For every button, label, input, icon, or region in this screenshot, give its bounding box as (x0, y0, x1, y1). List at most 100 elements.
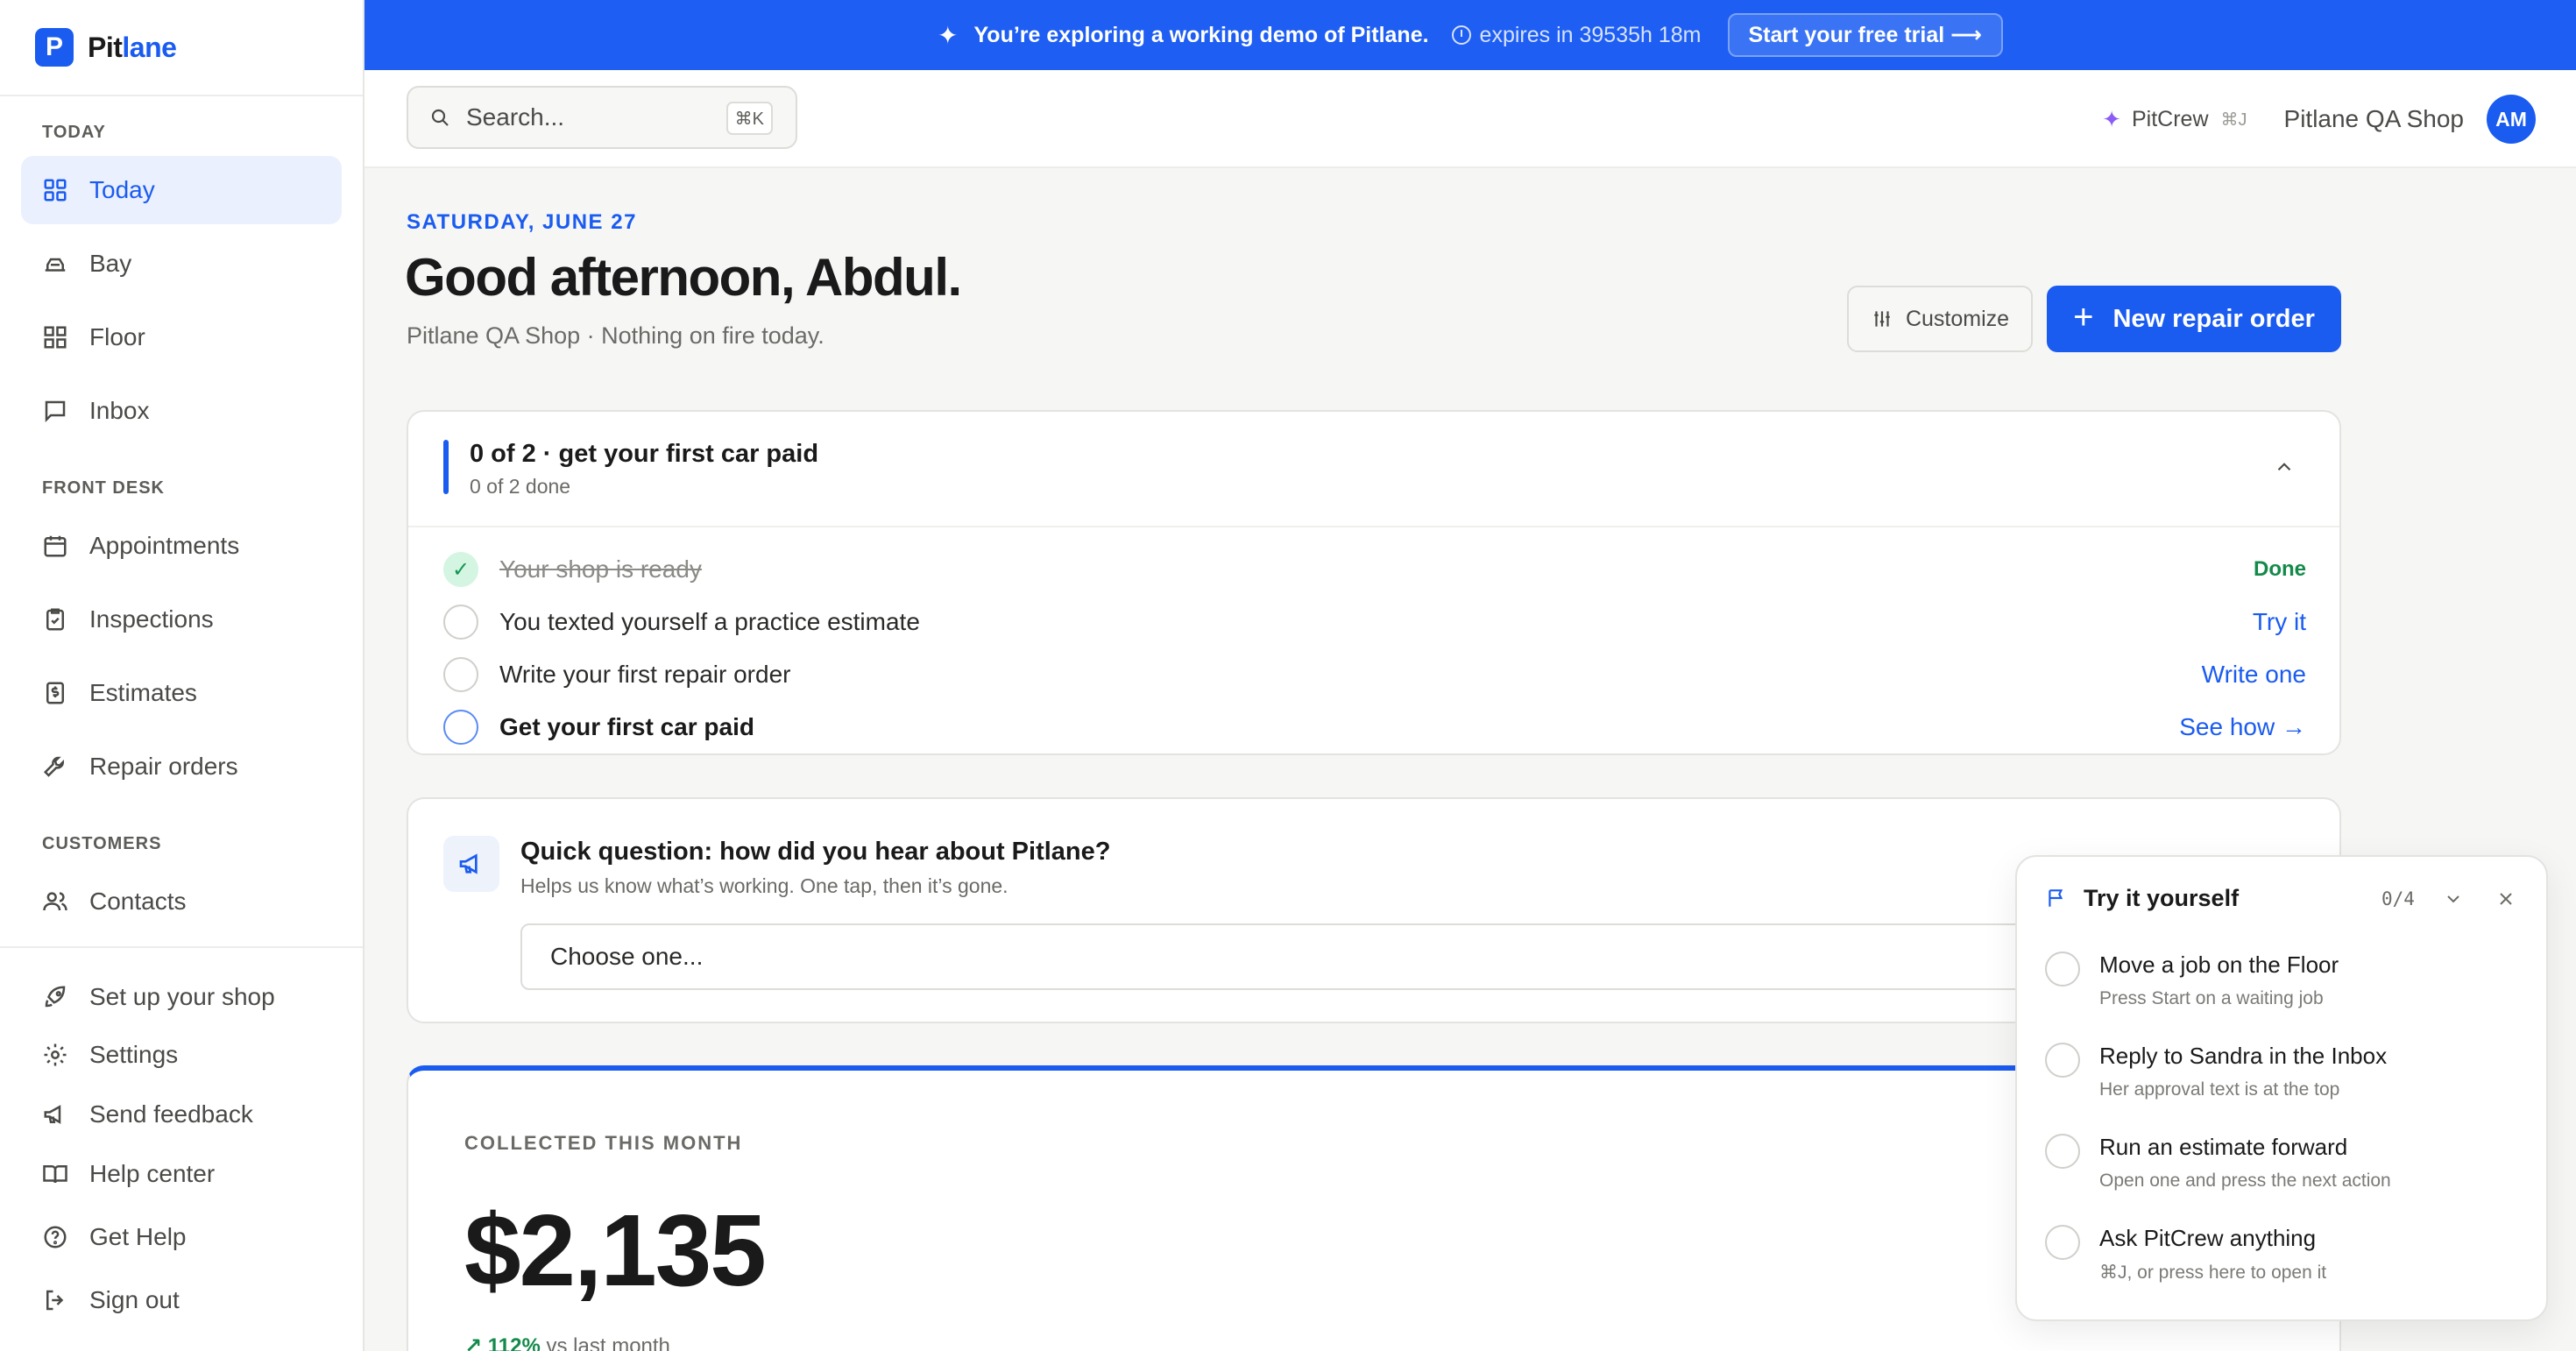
pitcrew-button[interactable]: ✦ PitCrew ⌘J (2102, 106, 2247, 133)
sidebar-item-estimates[interactable]: Estimates (21, 659, 342, 727)
shop-switcher[interactable]: Pitlane QA Shop (2284, 105, 2464, 133)
sidebar-item-inspections[interactable]: Inspections (21, 585, 342, 654)
search-shortcut: ⌘K (725, 102, 773, 135)
start-trial-button[interactable]: Start your free trial ⟶ (1727, 13, 2003, 57)
checklist-row: ✓ Your shop is ready Done (443, 550, 2306, 589)
rocket-icon (42, 984, 68, 1010)
sidebar-item-bay[interactable]: Bay (21, 230, 342, 298)
search-placeholder: Search... (466, 103, 565, 131)
sidebar-item-label: Floor (89, 323, 145, 350)
collected-label: COLLECTED THIS MONTH (464, 1132, 743, 1154)
sidebar-item-send-feedback[interactable]: Send feedback (21, 1083, 342, 1146)
try-item-title: Ask PitCrew anything (2099, 1225, 2317, 1251)
avatar[interactable]: AM (2487, 95, 2536, 144)
sidebar-item-label: Appointments (89, 532, 240, 559)
banner-message: You’re exploring a working demo of Pitla… (973, 22, 1429, 47)
flag-icon (2049, 889, 2063, 907)
sidebar-item-repair-orders[interactable]: Repair orders (21, 732, 342, 801)
sparkle-icon: ✦ (2102, 105, 2121, 132)
sidebar-item-help-center[interactable]: Help center (21, 1142, 342, 1206)
floor-icon (42, 324, 68, 350)
checklist-title: 0 of 2 · get your first car paid (470, 440, 819, 468)
sign-out-icon (42, 1287, 68, 1313)
try-item[interactable]: Move a job on the Floor Press Start on a… (2045, 943, 2518, 1013)
close-icon[interactable] (2495, 888, 2516, 909)
try-item-sub: Press Start on a waiting job (2099, 988, 2324, 1008)
sidebar-item-label: Contacts (89, 888, 187, 915)
sidebar-item-label: Today (89, 176, 155, 203)
sidebar-item-floor[interactable]: Floor (21, 303, 342, 371)
sidebar-item-label: Send feedback (89, 1100, 253, 1128)
sidebar-item-label: Settings (89, 1041, 179, 1068)
chevron-up-icon[interactable] (2273, 456, 2296, 478)
brand-name: Pitlane (88, 31, 177, 64)
sidebar-item-label: Get Help (89, 1223, 187, 1250)
try-panel-count: 0/4 (2381, 888, 2415, 909)
try-it-link[interactable]: Try it (2253, 608, 2306, 636)
sidebar-item-label: Set up your shop (89, 983, 275, 1010)
onboarding-checklist: 0 of 2 · get your first car paid 0 of 2 … (407, 410, 2341, 755)
header-right: ✦ PitCrew ⌘J Pitlane QA Shop AM (2102, 93, 2536, 145)
sidebar-item-get-help[interactable]: Get Help (21, 1206, 342, 1269)
calendar-icon (42, 533, 68, 559)
checklist-row-text: Your shop is ready (499, 555, 702, 583)
plus-icon: + (2073, 297, 2094, 336)
survey-subtitle: Helps us know what’s working. One tap, t… (520, 874, 1008, 897)
sidebar-item-appointments[interactable]: Appointments (21, 512, 342, 580)
collected-delta-suffix: vs last month (540, 1334, 670, 1351)
sidebar-item-settings[interactable]: Settings (21, 1023, 342, 1086)
try-item[interactable]: Ask PitCrew anything ⌘J, or press here t… (2045, 1216, 2518, 1286)
try-item-sub: ⌘J, or press here to open it (2099, 1263, 2327, 1283)
checklist-row: Get your first car paid See how → (443, 708, 2306, 746)
sidebar-item-set-up-shop[interactable]: Set up your shop (21, 962, 342, 1032)
section-customers-label: CUSTOMERS (42, 834, 162, 853)
pitcrew-shortcut: ⌘J (2220, 110, 2247, 130)
gear-icon (42, 1042, 68, 1068)
new-repair-order-button[interactable]: + New repair order (2047, 286, 2341, 352)
sidebar-item-label: Repair orders (89, 753, 238, 780)
help-circle-icon (42, 1224, 68, 1250)
sidebar: P Pitlane TODAY Today Bay Floor Inbox FR… (0, 0, 364, 1351)
empty-circle-icon[interactable] (443, 605, 478, 640)
new-repair-order-label: New repair order (2112, 304, 2315, 333)
brand-name-part-a: Pit (88, 31, 123, 63)
try-item[interactable]: Reply to Sandra in the Inbox Her approva… (2045, 1034, 2518, 1104)
checklist-row-status: Done (2254, 557, 2306, 581)
users-icon (42, 888, 68, 915)
sidebar-item-inbox[interactable]: Inbox (21, 377, 342, 445)
empty-circle-icon (2045, 1134, 2080, 1169)
checklist-subtitle: 0 of 2 done (470, 475, 571, 498)
try-item[interactable]: Run an estimate forward Open one and pre… (2045, 1125, 2518, 1195)
empty-circle-icon (2045, 951, 2080, 987)
wrench-icon (42, 753, 68, 780)
empty-circle-icon[interactable] (443, 657, 478, 692)
demo-banner: ✦ You’re exploring a working demo of Pit… (364, 0, 2576, 70)
write-one-link[interactable]: Write one (2202, 661, 2306, 689)
brand[interactable]: P Pitlane (0, 0, 363, 96)
empty-circle-icon (2045, 1043, 2080, 1078)
chevron-down-icon[interactable] (2443, 888, 2464, 909)
try-it-yourself-panel: Try it yourself 0/4 Move a job on the Fl… (2015, 855, 2548, 1321)
date-label: SATURDAY, JUNE 27 (407, 210, 637, 234)
try-item-title: Reply to Sandra in the Inbox (2099, 1043, 2388, 1069)
sidebar-item-sign-out[interactable]: Sign out (21, 1269, 342, 1332)
see-how-link[interactable]: See how → (2179, 713, 2306, 741)
empty-circle-icon[interactable] (443, 710, 478, 745)
sidebar-item-label: Estimates (89, 679, 197, 706)
page-title: Good afternoon, Abdul. (405, 248, 962, 307)
customize-button[interactable]: Customize (1847, 286, 2033, 352)
survey-title: Quick question: how did you hear about P… (520, 838, 1111, 866)
grid-icon (42, 177, 68, 203)
sidebar-item-today[interactable]: Today (21, 156, 342, 224)
search-icon (431, 109, 449, 126)
checklist-row-text: Get your first car paid (499, 713, 754, 740)
search-input[interactable]: Search... ⌘K (407, 86, 797, 149)
checklist-row: You texted yourself a practice estimate … (443, 603, 2306, 641)
clipboard-check-icon (42, 606, 68, 633)
section-today-label: TODAY (42, 123, 106, 142)
checklist-accent (443, 440, 449, 494)
sidebar-item-contacts[interactable]: Contacts (21, 867, 342, 936)
top-header: Search... ⌘K ✦ PitCrew ⌘J Pitlane QA Sho… (364, 70, 2576, 168)
brand-logo-icon: P (35, 28, 74, 67)
banner-expires-text: expires in 39535h 18m (1479, 22, 1702, 47)
